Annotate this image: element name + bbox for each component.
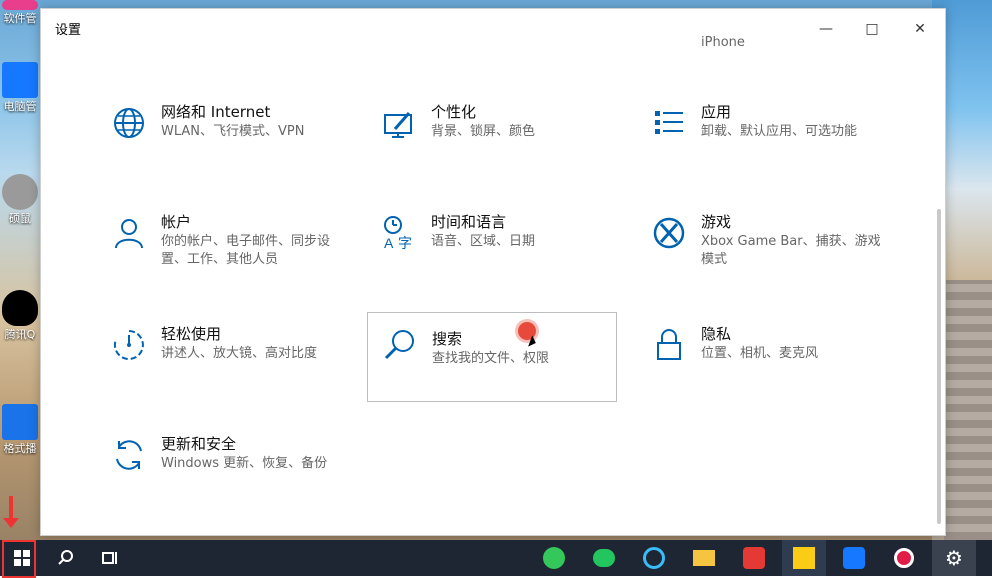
tile-title: 帐户 — [161, 213, 192, 231]
time-language-icon: A 字 — [384, 216, 412, 251]
tile-ease-of-access[interactable]: 轻松使用 讲述人、放大镜、高对比度 — [111, 325, 361, 417]
tile-network-internet[interactable]: 网络和 Internet WLAN、飞行模式、VPN — [111, 103, 361, 195]
software-icon — [2, 0, 38, 10]
desktop-icon-label: 格式播 — [3, 442, 37, 455]
desktop-icon-label: 腾讯Q — [4, 328, 36, 341]
tile-subtitle: 讲述人、放大镜、高对比度 — [161, 346, 318, 361]
tile-subtitle: Xbox Game Bar、捕获、游戏模式 — [701, 234, 881, 267]
tile-title: 轻松使用 — [161, 325, 222, 343]
apps-list-icon — [655, 111, 683, 134]
taskbar-app-wps[interactable] — [732, 540, 776, 576]
tile-title: 个性化 — [431, 103, 477, 121]
ease-of-access-icon — [113, 330, 144, 360]
desktop-icon-qq[interactable]: 腾讯Q — [0, 290, 40, 342]
tile-search[interactable]: 搜索 查找我的文件、权限 — [367, 312, 617, 402]
desktop-icon-format[interactable]: 格式播 — [0, 404, 40, 456]
tile-subtitle: 你的帐户、电子邮件、同步设置、工作、其他人员 — [161, 234, 331, 267]
tile-subtitle: WLAN、飞行模式、VPN — [161, 124, 305, 139]
maximize-icon: □ — [865, 21, 879, 37]
tile-apps[interactable]: 应用 卸载、默认应用、可选功能 — [651, 103, 901, 195]
search-icon — [384, 330, 414, 360]
taskbar-app-file-explorer[interactable] — [682, 540, 726, 576]
tile-subtitle: 查找我的文件、权限 — [432, 351, 550, 366]
close-icon: ✕ — [914, 21, 926, 37]
tile-title: 搜索 — [432, 330, 463, 348]
task-view-button[interactable] — [88, 540, 132, 576]
desktop-icon-label: 电脑管 — [3, 100, 37, 113]
minimize-button[interactable]: — — [803, 15, 849, 43]
paint-monitor-icon — [384, 112, 412, 138]
window-title: 设置 — [55, 23, 82, 38]
tile-title: 应用 — [701, 103, 732, 121]
desktop-icon-label: 软件管 — [3, 12, 37, 25]
tile-title: 网络和 Internet — [161, 103, 271, 121]
mouse-icon — [2, 174, 38, 210]
settings-window: 设置 — □ ✕ iPhone 网络和 Internet WLAN、飞行模式、V… — [40, 8, 946, 536]
xbox-icon — [653, 217, 685, 249]
folder-icon — [693, 550, 715, 566]
window-titlebar[interactable]: 设置 — □ ✕ — [41, 9, 945, 47]
close-button[interactable]: ✕ — [897, 15, 943, 43]
globe-icon — [114, 108, 144, 138]
taskbar: ⚙ — [0, 540, 992, 576]
tile-subtitle: 位置、相机、麦克风 — [701, 346, 819, 361]
tile-accounts[interactable]: 帐户 你的帐户、电子邮件、同步设置、工作、其他人员 — [111, 213, 361, 305]
wechat-icon — [593, 549, 615, 567]
tile-personalization[interactable]: 个性化 背景、锁屏、颜色 — [381, 103, 631, 195]
maximize-button[interactable]: □ — [849, 15, 895, 43]
browser-icon — [543, 547, 565, 569]
task-view-icon — [102, 552, 117, 564]
tile-title: 更新和安全 — [161, 435, 237, 453]
tile-subtitle: 背景、锁屏、颜色 — [431, 124, 536, 139]
record-icon — [894, 548, 914, 568]
person-icon — [115, 219, 143, 249]
update-arrows-icon — [116, 440, 142, 470]
scrollbar[interactable] — [937, 209, 941, 524]
minimize-icon: — — [819, 21, 833, 37]
penguin-icon — [2, 290, 38, 326]
tile-title: 游戏 — [701, 213, 732, 231]
desktop-icon-pc-manager[interactable]: 电脑管 — [0, 62, 40, 114]
tile-subtitle: Windows 更新、恢复、备份 — [161, 456, 328, 471]
tile-subtitle: 卸载、默认应用、可选功能 — [701, 124, 858, 139]
search-icon — [58, 550, 73, 565]
lock-icon — [657, 329, 681, 360]
start-button-highlight — [2, 540, 36, 578]
wps-icon — [743, 547, 765, 569]
taskbar-app-security[interactable] — [832, 540, 876, 576]
annotation-arrow — [3, 496, 19, 528]
wallpaper-pier — [944, 280, 992, 540]
desktop-icon-shuoshu[interactable]: 硕鼠 — [0, 174, 40, 226]
tile-update-security[interactable]: 更新和安全 Windows 更新、恢复、备份 — [111, 435, 361, 527]
taskbar-app-sticky[interactable] — [782, 540, 826, 576]
tile-subtitle: 语音、区域、日期 — [431, 234, 536, 249]
shield-icon — [2, 62, 38, 98]
desktop-icon-label: 硕鼠 — [9, 212, 31, 225]
desktop-icon-software[interactable]: 软件管 — [0, 0, 40, 26]
svg-text:A: A — [384, 235, 394, 251]
taskbar-search-button[interactable] — [44, 540, 88, 576]
taskbar-app-browser[interactable] — [532, 540, 576, 576]
shield-icon — [843, 547, 865, 569]
tile-gaming[interactable]: 游戏 Xbox Game Bar、捕获、游戏模式 — [651, 213, 901, 305]
taskbar-app-settings[interactable]: ⚙ — [932, 540, 976, 576]
taskbar-app-record[interactable] — [882, 540, 926, 576]
svg-text:字: 字 — [398, 235, 412, 251]
tile-title: 隐私 — [701, 325, 732, 343]
gear-icon: ⚙ — [945, 546, 963, 570]
taskbar-app-wechat[interactable] — [582, 540, 626, 576]
tile-title: 时间和语言 — [431, 213, 507, 231]
sticky-note-icon — [793, 547, 815, 569]
tile-time-language[interactable]: A 字 时间和语言 语音、区域、日期 — [381, 213, 631, 305]
taskbar-app-qq-browser[interactable] — [632, 540, 676, 576]
top-partial-label: iPhone — [701, 35, 745, 50]
player-icon — [2, 404, 38, 440]
qq-browser-icon — [643, 547, 665, 569]
tile-privacy[interactable]: 隐私 位置、相机、麦克风 — [651, 325, 901, 417]
